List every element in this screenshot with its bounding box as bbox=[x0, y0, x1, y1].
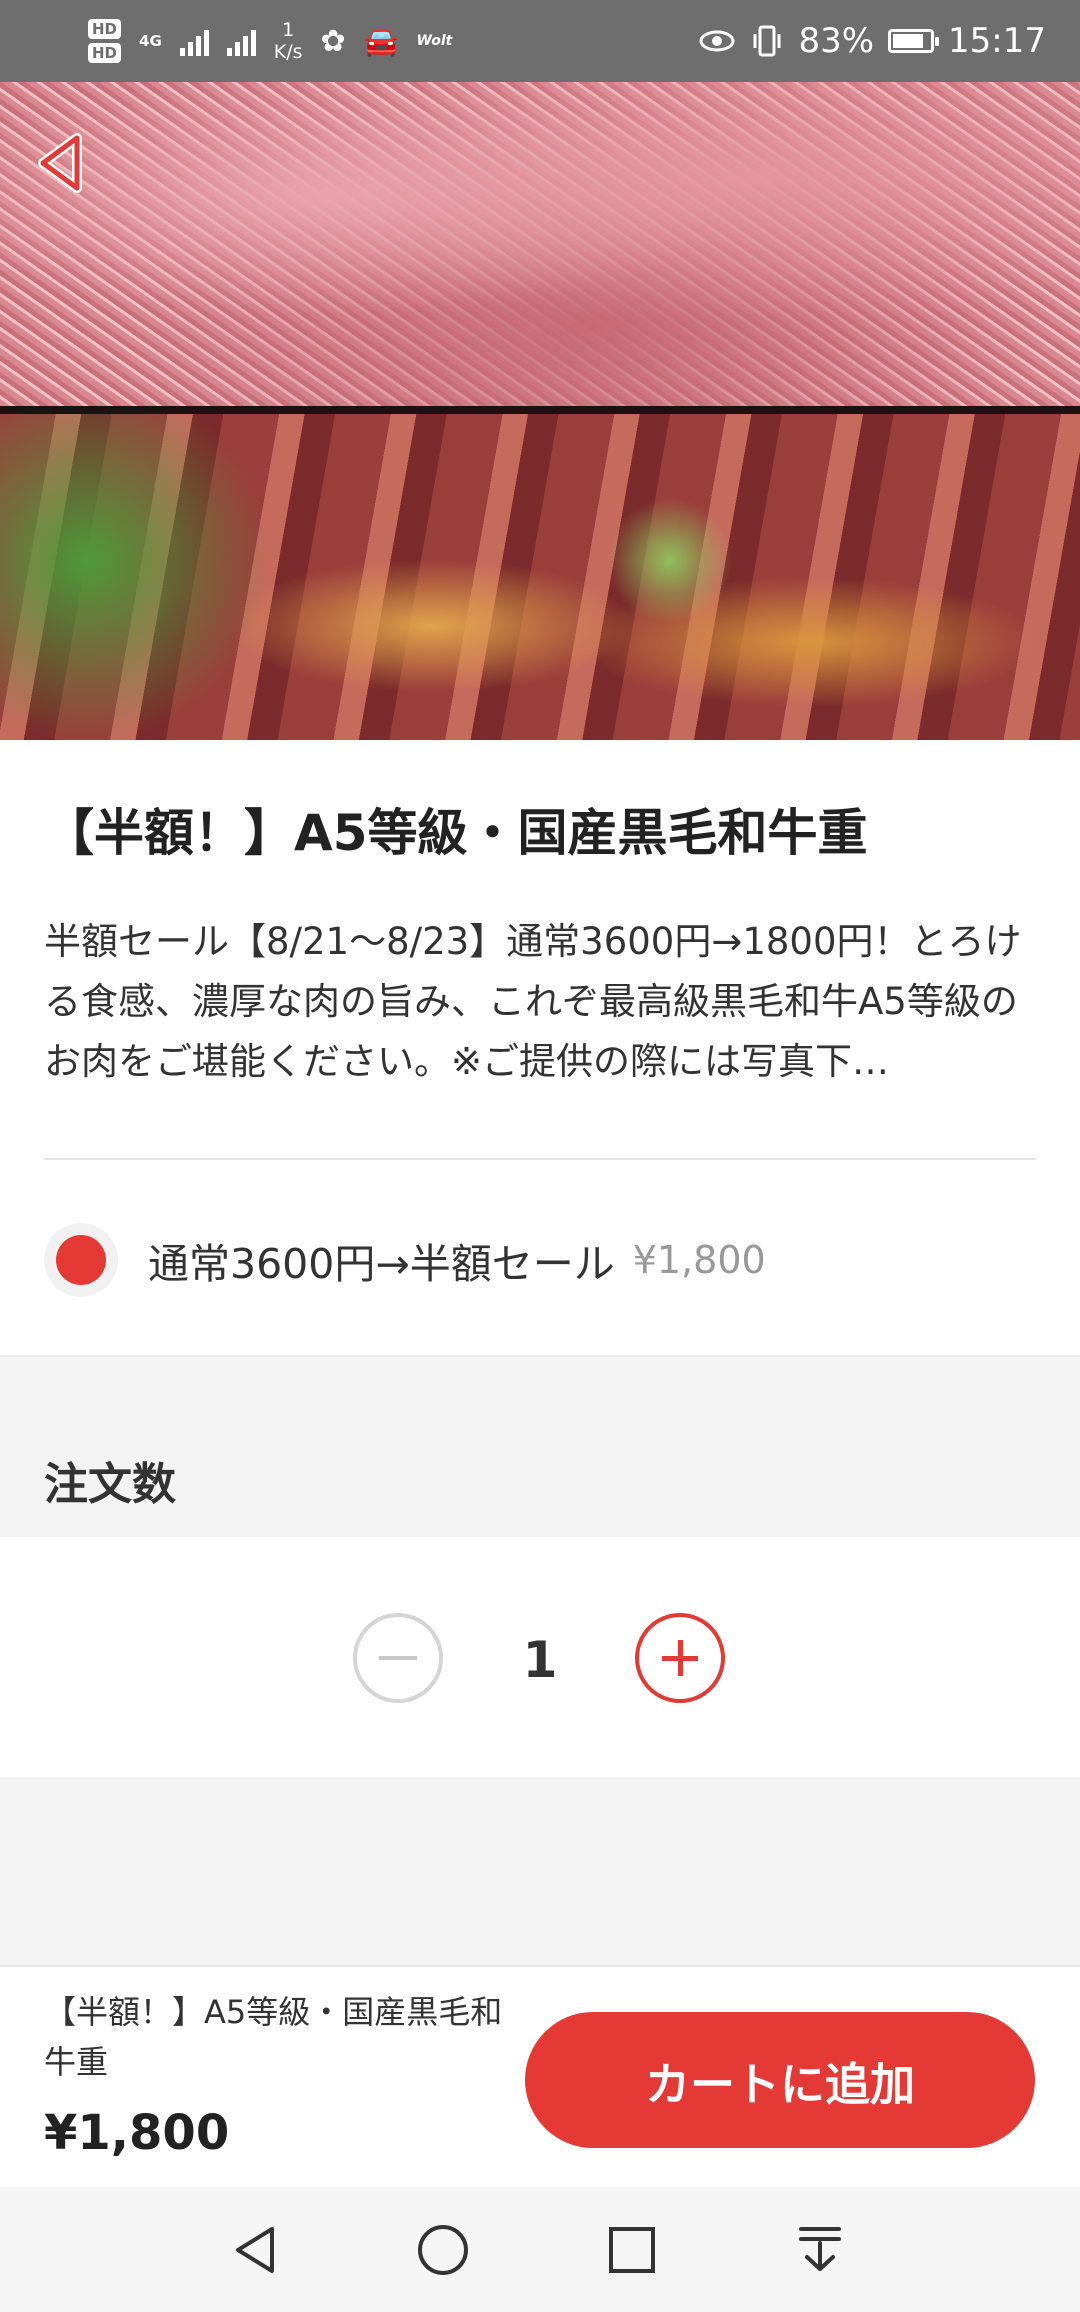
hd-icon: HD HD bbox=[88, 19, 122, 63]
fan-icon: ✿ bbox=[320, 23, 346, 59]
add-to-cart-button[interactable]: カートに追加 bbox=[525, 2012, 1035, 2148]
nav-dropdown-icon bbox=[799, 2227, 841, 2271]
nav-back-icon bbox=[236, 2227, 274, 2273]
radio-selected[interactable] bbox=[44, 1223, 118, 1297]
vibrate-icon bbox=[753, 25, 781, 57]
clock: 15:17 bbox=[948, 21, 1046, 61]
signal-icon-2 bbox=[226, 26, 256, 56]
network-label: 4G bbox=[139, 32, 162, 50]
eye-icon bbox=[699, 30, 735, 52]
nav-dropdown-button[interactable] bbox=[785, 2215, 855, 2285]
signal-icon bbox=[179, 26, 209, 56]
nav-recents-icon bbox=[609, 2227, 655, 2273]
wolt-label: Wolt bbox=[416, 33, 453, 49]
spacer bbox=[0, 1777, 1080, 1965]
status-right: 83% 15:17 bbox=[698, 12, 1046, 70]
summary-item-name: 【半額！】A5等級・国産黒毛和牛重 bbox=[44, 1993, 503, 2081]
option-price: ¥1,800 bbox=[632, 1238, 766, 1282]
quantity-value: 1 bbox=[522, 1631, 558, 1689]
quantity-heading: 注文数 bbox=[44, 1459, 176, 1510]
battery-icon bbox=[888, 29, 940, 53]
summary-price: ¥1,800 bbox=[44, 2105, 230, 2161]
nav-back-button[interactable] bbox=[220, 2215, 290, 2285]
status-left: HD HD 4G 1 K/s ✿ 🚘 Wolt bbox=[88, 12, 452, 70]
nav-home-icon bbox=[418, 2225, 468, 2275]
increase-button[interactable] bbox=[635, 1613, 725, 1703]
minus-icon bbox=[379, 1656, 417, 1660]
hero-images bbox=[0, 82, 1080, 740]
status-bar: HD HD 4G 1 K/s ✿ 🚘 Wolt 83% 15:17 bbox=[0, 0, 1080, 82]
nav-recents-button[interactable] bbox=[597, 2215, 667, 2285]
back-icon bbox=[38, 133, 82, 193]
bottom-bar: 【半額！】A5等級・国産黒毛和牛重 ¥1,800 カートに追加 bbox=[0, 1965, 1080, 2189]
network-speed: 1 K/s bbox=[273, 19, 303, 63]
option-label: 通常3600円→半額セール bbox=[148, 1240, 615, 1288]
option-radio-row[interactable]: 通常3600円→半額セール ¥1,800 bbox=[44, 1218, 766, 1302]
system-nav-bar bbox=[0, 2187, 1080, 2312]
quantity-stepper: 1 bbox=[0, 1537, 1080, 1777]
decrease-button[interactable] bbox=[353, 1613, 443, 1703]
nav-home-button[interactable] bbox=[408, 2215, 478, 2285]
car-icon: 🚘 bbox=[363, 24, 399, 58]
battery-percent: 83% bbox=[798, 21, 875, 61]
product-title: 【半額！】A5等級・国産黒毛和牛重 bbox=[44, 804, 868, 862]
back-button[interactable] bbox=[26, 128, 96, 198]
wagyu-bowl-photo bbox=[0, 414, 1080, 740]
divider bbox=[44, 1158, 1036, 1160]
product-description[interactable]: 半額セール【8/21〜8/23】通常3600円→1800円！とろける食感、濃厚な… bbox=[44, 912, 1040, 1092]
wagyu-raw-photo bbox=[0, 82, 1080, 406]
image-divider bbox=[0, 406, 1080, 414]
